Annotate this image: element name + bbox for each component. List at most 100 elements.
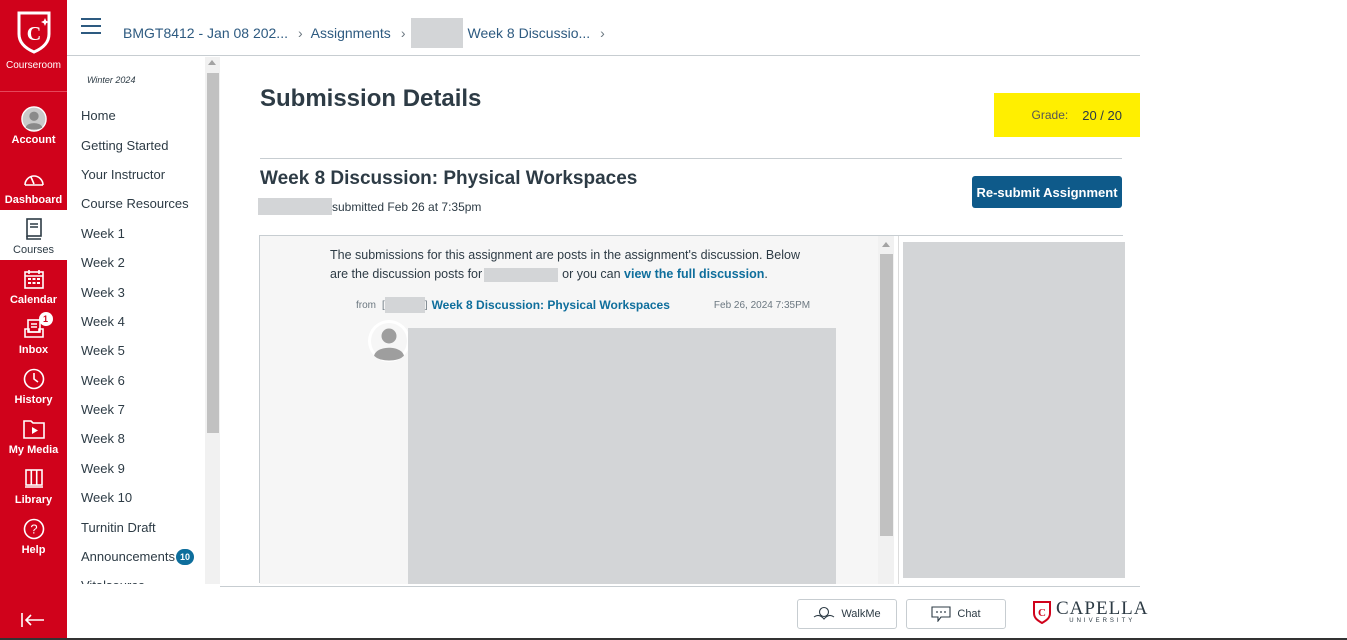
global-nav-account[interactable]: Account — [0, 106, 67, 156]
author-avatar — [368, 320, 410, 362]
global-nav-label: Help — [21, 544, 46, 556]
user-avatar-icon — [371, 323, 407, 361]
course-nav-label: Week 9 — [81, 460, 125, 476]
scroll-up-arrow-icon[interactable] — [208, 60, 216, 65]
speedometer-icon — [21, 166, 47, 192]
breadcrumb-course[interactable]: BMGT8412 - Jan 08 202... — [123, 25, 288, 41]
walkme-label: WalkMe — [841, 608, 881, 620]
global-nav-dashboard[interactable]: Dashboard — [0, 166, 67, 216]
discussion-post-link[interactable]: Week 8 Discussion: Physical Workspaces — [432, 298, 670, 312]
intro-text: . — [764, 267, 768, 281]
course-nav-item[interactable]: Announcements 10 — [81, 542, 194, 571]
post-header: from [ ] Week 8 Discussion: Physical Wor… — [356, 297, 811, 313]
student-name-redacted — [258, 198, 332, 215]
clock-icon — [21, 366, 47, 392]
capella-shield-icon: C — [17, 11, 50, 54]
submission-frame: The submissions for this assignment are … — [259, 235, 1125, 584]
global-nav-history[interactable]: History — [0, 366, 67, 416]
capella-shield-icon: C — [1033, 601, 1051, 624]
chat-button[interactable]: Chat — [906, 599, 1006, 629]
course-nav-item[interactable]: Week 6 — [81, 366, 194, 395]
student-name-redacted — [484, 267, 559, 282]
brand-name: CAPELLA — [1056, 598, 1149, 619]
course-nav-label: Week 7 — [81, 402, 125, 418]
breadcrumb: BMGT8412 - Jan 08 202... › Assignments ›… — [123, 18, 613, 48]
svg-text:C: C — [26, 23, 40, 45]
course-nav-item[interactable]: Week 4 — [81, 307, 194, 336]
course-nav-label: Announcements — [81, 549, 175, 565]
discussion-intro: The submissions for this assignment are … — [330, 246, 810, 284]
library-icon — [21, 466, 47, 492]
media-folder-icon — [21, 416, 47, 442]
discussion-scrollbar[interactable] — [878, 236, 894, 584]
scrollbar-thumb[interactable] — [880, 254, 893, 536]
breadcrumb-assignment[interactable]: Week 8 Discussio... — [467, 25, 590, 41]
course-nav-label: Week 8 — [81, 431, 125, 447]
course-nav-item[interactable]: Week 1 — [81, 219, 194, 248]
course-menu-toggle[interactable] — [81, 18, 101, 34]
course-nav-item[interactable]: Week 5 — [81, 336, 194, 365]
page-title: Submission Details — [260, 85, 482, 112]
global-nav-inbox[interactable]: 1 Inbox — [0, 312, 67, 366]
course-nav-item[interactable]: Week 10 — [81, 483, 194, 512]
breadcrumb-separator-icon: › — [297, 25, 303, 41]
course-nav-item[interactable]: Week 9 — [81, 454, 194, 483]
collapse-nav-button[interactable] — [20, 610, 46, 630]
scroll-up-arrow-icon[interactable] — [882, 242, 890, 247]
course-nav-item[interactable]: Getting Started — [81, 130, 194, 159]
course-nav-item[interactable]: Course Resources — [81, 189, 194, 218]
app-root: C Courseroom Account Dashboard Courses C… — [0, 0, 1347, 640]
walkme-icon — [813, 606, 835, 620]
global-nav-calendar[interactable]: Calendar — [0, 266, 67, 316]
author-name-redacted — [384, 297, 425, 313]
course-nav-label: Getting Started — [81, 137, 169, 153]
hamburger-icon — [81, 18, 101, 20]
course-nav-label: Week 6 — [81, 372, 125, 388]
comments-redacted — [903, 242, 1125, 578]
course-nav-item[interactable]: Home — [81, 101, 194, 130]
post-body-redacted — [408, 328, 836, 584]
inbox-unread-badge: 1 — [38, 312, 53, 326]
global-nav-courses[interactable]: Courses — [0, 210, 67, 260]
course-nav-item[interactable]: Turnitin Draft — [81, 512, 194, 541]
course-nav-scrollbar[interactable] — [205, 57, 220, 584]
scrollbar-thumb[interactable] — [207, 73, 219, 433]
brand-subtitle: UNIVERSITY — [1069, 618, 1136, 624]
page-footer: WalkMe Chat C CAPELLA UNIVERSITY — [220, 586, 1148, 640]
chat-label: Chat — [957, 608, 981, 620]
account-avatar-icon — [20, 106, 47, 132]
view-full-discussion-link[interactable]: view the full discussion — [624, 267, 764, 281]
post-date: Feb 26, 2024 7:35PM — [713, 299, 811, 311]
global-nav-my-media[interactable]: My Media — [0, 416, 67, 466]
course-nav-item[interactable]: Week 8 — [81, 424, 194, 453]
svg-text:C: C — [1038, 607, 1046, 619]
breadcrumb-redacted[interactable] — [411, 18, 464, 48]
collapse-arrow-icon — [21, 613, 44, 627]
breadcrumb-assignments[interactable]: Assignments — [311, 25, 391, 41]
resubmit-assignment-button[interactable]: Re-submit Assignment — [972, 176, 1122, 208]
course-nav-label: Course Resources — [81, 196, 189, 212]
global-nav-label: Account — [11, 134, 56, 146]
course-nav-item[interactable]: Week 7 — [81, 395, 194, 424]
course-nav-item[interactable]: Vitalsource — [81, 571, 194, 584]
svg-text:?: ? — [30, 522, 37, 537]
course-nav-label: Week 10 — [81, 490, 133, 506]
book-icon — [21, 216, 47, 242]
main-content: Submission Details Grade: 20 / 20 Week 8… — [220, 57, 1140, 584]
global-nav-label: Courses — [13, 244, 54, 256]
grade-value: 20 / 20 — [1082, 107, 1122, 123]
inbox-icon: 1 — [21, 312, 53, 342]
course-nav-label: Week 2 — [81, 255, 125, 271]
global-nav-label: Calendar — [9, 294, 58, 306]
courseroom-label: Courseroom — [5, 60, 62, 71]
global-nav-library[interactable]: Library — [0, 466, 67, 516]
global-nav-label: My Media — [8, 444, 59, 456]
courseroom-logo-link[interactable]: C Courseroom — [0, 0, 67, 92]
course-nav-item[interactable]: Your Instructor — [81, 160, 194, 189]
course-nav-item[interactable]: Week 2 — [81, 248, 194, 277]
walkme-button[interactable]: WalkMe — [797, 599, 897, 629]
global-nav-label: Inbox — [18, 344, 49, 356]
global-nav-help[interactable]: ? Help — [0, 516, 67, 566]
course-nav-label: Home — [81, 108, 116, 124]
course-nav-item[interactable]: Week 3 — [81, 277, 194, 306]
